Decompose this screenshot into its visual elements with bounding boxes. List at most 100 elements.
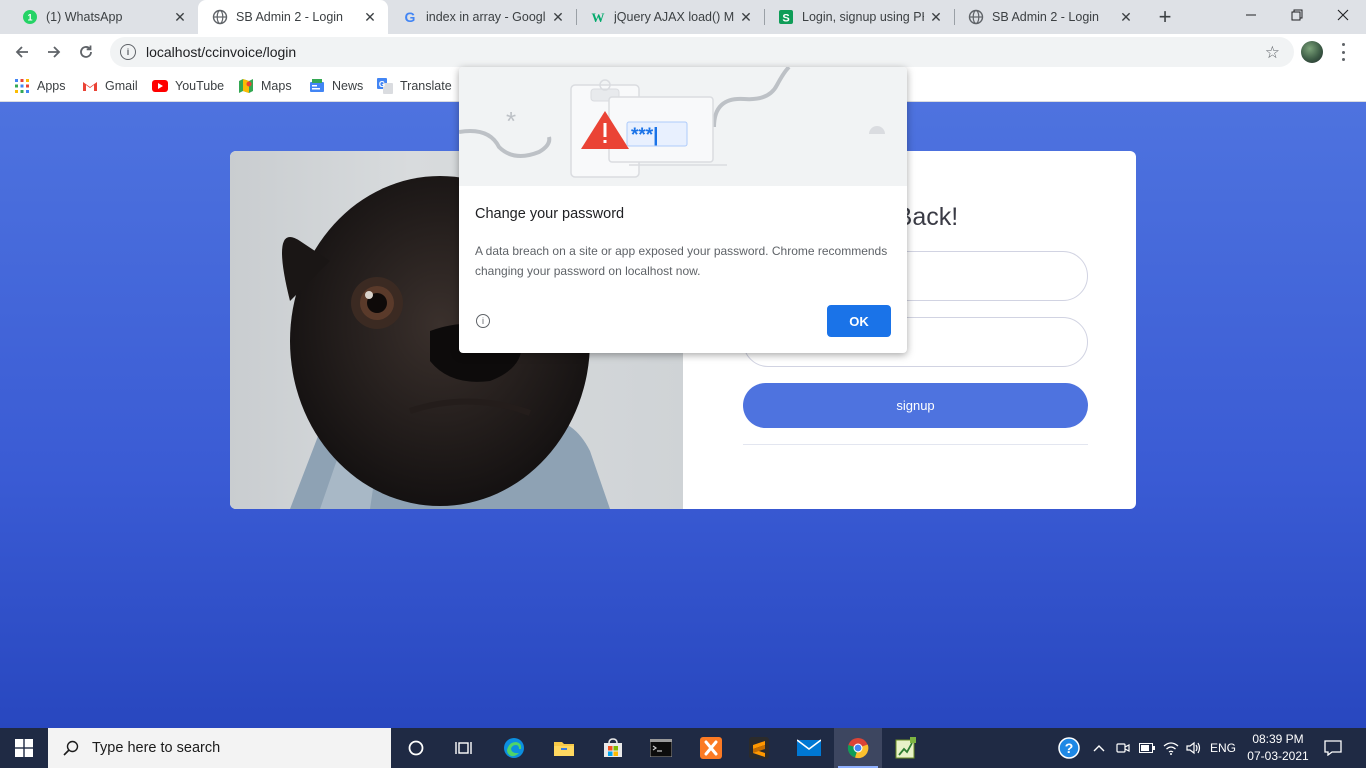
breach-illustration: * ***| — [459, 67, 907, 186]
mail-icon[interactable] — [785, 728, 833, 768]
svg-text:S: S — [782, 13, 789, 25]
close-tab-icon[interactable]: ✕ — [738, 9, 754, 25]
tab-w3schools[interactable]: W jQuery AJAX load() Met ✕ — [576, 0, 764, 34]
close-tab-icon[interactable]: ✕ — [362, 9, 378, 25]
whatsapp-icon: 1 — [22, 9, 38, 25]
divider — [743, 444, 1088, 445]
chevron-up-icon[interactable] — [1090, 728, 1108, 768]
apps-grid-icon — [14, 78, 30, 94]
reload-button[interactable] — [72, 38, 100, 66]
ok-button[interactable]: OK — [827, 305, 891, 337]
close-tab-icon[interactable]: ✕ — [1118, 9, 1134, 25]
taskbar-clock[interactable]: 08:39 PM 07-03-2021 — [1242, 731, 1314, 765]
close-tab-icon[interactable]: ✕ — [928, 9, 944, 25]
svg-text:G: G — [379, 80, 385, 89]
google-icon: G — [402, 9, 418, 25]
tab-title: (1) WhatsApp — [46, 10, 123, 24]
close-tab-icon[interactable]: ✕ — [172, 9, 188, 25]
bookmark-label: News — [332, 79, 364, 93]
battery-icon[interactable] — [1137, 728, 1157, 768]
forward-button[interactable] — [40, 38, 68, 66]
chrome-menu-icon[interactable] — [1336, 43, 1350, 61]
globe-icon — [968, 9, 984, 25]
maps-icon — [238, 78, 254, 94]
close-tab-icon[interactable]: ✕ — [550, 9, 566, 25]
tab-title: index in array - Google — [426, 10, 546, 24]
tab-google-search[interactable]: G index in array - Google ✕ — [388, 0, 576, 34]
restore-button[interactable] — [1274, 0, 1320, 30]
address-bar[interactable]: i localhost/ccinvoice/login ☆ — [110, 37, 1294, 67]
translate-icon: G — [377, 78, 393, 94]
tab-separator — [954, 9, 955, 25]
url-text[interactable]: localhost/ccinvoice/login — [146, 44, 296, 60]
svg-text:1: 1 — [27, 13, 32, 23]
command-prompt-icon[interactable] — [637, 728, 685, 768]
edge-icon[interactable] — [490, 728, 538, 768]
search-placeholder: Type here to search — [92, 740, 221, 756]
windows-taskbar: Type here to search ? ENG 08:39 PM 07-03… — [0, 728, 1366, 768]
sublime-text-icon[interactable] — [735, 728, 783, 768]
language-indicator[interactable]: ENG — [1207, 728, 1239, 768]
new-tab-button[interactable]: + — [1153, 4, 1177, 29]
s-site-icon: S — [778, 9, 794, 25]
info-icon[interactable]: i — [476, 314, 490, 328]
bookmark-label: Gmail — [105, 79, 138, 93]
search-icon — [62, 739, 80, 757]
tab-title: jQuery AJAX load() Met — [614, 10, 734, 24]
bookmark-star-icon[interactable]: ☆ — [1265, 43, 1280, 63]
tab-strip: 1 (1) WhatsApp ✕ SB Admin 2 - Login ✕ G … — [0, 0, 1366, 34]
clock-time: 08:39 PM — [1252, 732, 1304, 746]
notepad-app-icon[interactable] — [882, 728, 930, 768]
site-info-icon[interactable]: i — [120, 44, 136, 60]
svg-text:*: * — [506, 106, 516, 136]
notification-center-icon[interactable] — [1318, 728, 1348, 768]
minimize-button[interactable] — [1228, 0, 1274, 30]
signup-button[interactable]: signup — [743, 383, 1088, 428]
bookmark-translate[interactable]: G Translate — [377, 77, 452, 95]
w3schools-icon: W — [590, 9, 606, 25]
bookmark-gmail[interactable]: Gmail — [82, 77, 138, 95]
youtube-icon — [152, 80, 168, 92]
windows-start-icon[interactable] — [0, 728, 48, 768]
bookmark-apps[interactable]: Apps — [14, 77, 66, 95]
volume-icon[interactable] — [1184, 728, 1204, 768]
taskbar-search-box[interactable]: Type here to search — [48, 728, 391, 768]
help-icon[interactable]: ? — [1055, 728, 1083, 768]
close-window-button[interactable] — [1320, 0, 1366, 30]
tab-title: SB Admin 2 - Login — [992, 10, 1100, 24]
tab-whatsapp[interactable]: 1 (1) WhatsApp ✕ — [8, 0, 198, 34]
bookmark-youtube[interactable]: YouTube — [152, 77, 224, 95]
tab-title: Login, signup using PH — [802, 10, 924, 24]
bookmark-label: Maps — [261, 79, 292, 93]
back-button[interactable] — [8, 38, 36, 66]
chrome-taskbar-icon[interactable] — [834, 728, 882, 768]
xampp-icon[interactable] — [687, 728, 735, 768]
bookmark-maps[interactable]: Maps — [238, 77, 292, 95]
meet-now-icon[interactable] — [1113, 728, 1133, 768]
svg-text:W: W — [592, 10, 605, 25]
dialog-title: Change your password — [475, 206, 625, 222]
svg-text:?: ? — [1065, 740, 1074, 756]
tab-separator — [576, 9, 577, 25]
task-view-icon[interactable] — [440, 728, 488, 768]
cortana-icon[interactable] — [392, 728, 440, 768]
file-explorer-icon[interactable] — [540, 728, 588, 768]
dialog-message: A data breach on a site or app exposed y… — [475, 244, 888, 278]
bookmark-label: Apps — [37, 79, 66, 93]
profile-avatar[interactable] — [1301, 41, 1323, 63]
tab-sb-admin-login[interactable]: SB Admin 2 - Login ✕ — [954, 0, 1144, 34]
tab-login-signup[interactable]: S Login, signup using PH ✕ — [764, 0, 954, 34]
bookmark-news[interactable]: News — [309, 77, 363, 95]
wifi-icon[interactable] — [1161, 728, 1181, 768]
change-password-dialog: * ***| Change your password A data breac… — [459, 67, 907, 353]
bookmark-label: YouTube — [175, 79, 225, 93]
tab-title: SB Admin 2 - Login — [236, 10, 344, 24]
browser-toolbar: i localhost/ccinvoice/login ☆ — [0, 34, 1366, 70]
news-icon — [309, 78, 325, 94]
password-mask-text: ***| — [631, 125, 659, 146]
microsoft-store-icon[interactable] — [589, 728, 637, 768]
bookmark-label: Translate — [400, 79, 452, 93]
tab-sb-admin-login-active[interactable]: SB Admin 2 - Login ✕ — [198, 0, 388, 34]
gmail-icon — [82, 78, 98, 94]
clock-date: 07-03-2021 — [1247, 749, 1309, 763]
